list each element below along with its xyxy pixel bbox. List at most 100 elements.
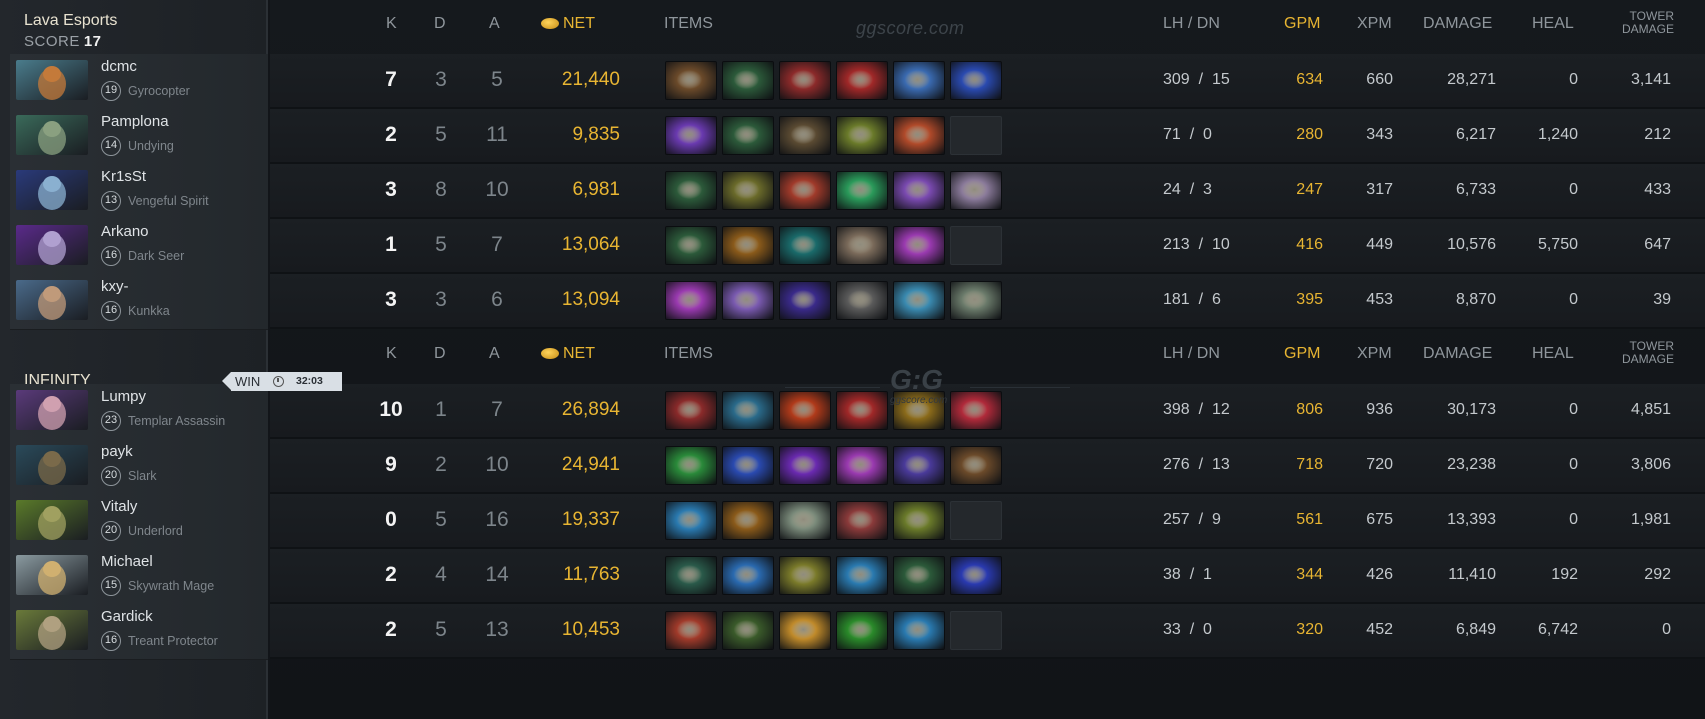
item-icon[interactable] bbox=[893, 116, 945, 155]
hero-portrait[interactable] bbox=[16, 170, 88, 210]
item-icon[interactable] bbox=[836, 281, 888, 320]
player-card[interactable]: Vitaly 20 Underlord bbox=[10, 494, 268, 550]
item-icon[interactable] bbox=[893, 61, 945, 100]
hero-portrait[interactable] bbox=[16, 225, 88, 265]
heal-value: 192 bbox=[1551, 566, 1578, 583]
item-icon[interactable] bbox=[665, 226, 717, 265]
hero-portrait[interactable] bbox=[16, 445, 88, 485]
item-icon[interactable] bbox=[722, 281, 774, 320]
win-badge-body: WIN 32:03 bbox=[231, 372, 342, 391]
item-icon[interactable] bbox=[779, 226, 831, 265]
item-icon[interactable] bbox=[950, 446, 1002, 485]
lh-dn-value: 181 / 6 bbox=[1163, 274, 1221, 326]
item-icon[interactable] bbox=[722, 171, 774, 210]
item-icon[interactable] bbox=[893, 611, 945, 650]
item-icon[interactable] bbox=[665, 501, 717, 540]
heal-value: 0 bbox=[1569, 291, 1578, 308]
item-icon[interactable] bbox=[893, 556, 945, 595]
player-name[interactable]: Michael bbox=[101, 553, 153, 570]
item-icon[interactable] bbox=[950, 61, 1002, 100]
player-name[interactable]: Kr1sSt bbox=[101, 168, 146, 185]
item-icon[interactable] bbox=[779, 501, 831, 540]
last-hits-value: 181 bbox=[1163, 291, 1190, 308]
item-icon[interactable] bbox=[779, 446, 831, 485]
last-hits-value: 71 bbox=[1163, 126, 1181, 143]
item-icon[interactable] bbox=[779, 391, 831, 430]
player-card[interactable]: payk 20 Slark bbox=[10, 439, 268, 495]
player-card[interactable]: Michael 15 Skywrath Mage bbox=[10, 549, 268, 605]
gpm-value: 561 bbox=[1296, 511, 1323, 528]
lh-dn-value: 276 / 13 bbox=[1163, 439, 1230, 491]
player-card[interactable]: Kr1sSt 13 Vengeful Spirit bbox=[10, 164, 268, 220]
item-icon[interactable] bbox=[665, 611, 717, 650]
hero-portrait[interactable] bbox=[16, 555, 88, 595]
item-icon[interactable] bbox=[665, 556, 717, 595]
hero-level-badge: 16 bbox=[101, 301, 121, 321]
hero-portrait[interactable] bbox=[16, 115, 88, 155]
item-icon[interactable] bbox=[665, 391, 717, 430]
item-icon[interactable] bbox=[950, 171, 1002, 210]
hero-portrait[interactable] bbox=[16, 390, 88, 430]
item-icon[interactable] bbox=[665, 281, 717, 320]
item-icon[interactable] bbox=[836, 501, 888, 540]
item-icon[interactable] bbox=[779, 171, 831, 210]
item-icon[interactable] bbox=[665, 171, 717, 210]
player-name[interactable]: payk bbox=[101, 443, 133, 460]
player-card[interactable]: dcmc 19 Gyrocopter bbox=[10, 54, 268, 110]
item-icon[interactable] bbox=[722, 116, 774, 155]
item-icon[interactable] bbox=[665, 116, 717, 155]
hero-portrait[interactable] bbox=[16, 500, 88, 540]
player-card[interactable]: kxy- 16 Kunkka bbox=[10, 274, 268, 330]
player-card[interactable]: Pamplona 14 Undying bbox=[10, 109, 268, 165]
item-icon[interactable] bbox=[665, 61, 717, 100]
player-name[interactable]: Pamplona bbox=[101, 113, 169, 130]
item-icon[interactable] bbox=[893, 501, 945, 540]
item-icon[interactable] bbox=[779, 611, 831, 650]
item-icon[interactable] bbox=[722, 226, 774, 265]
item-icon[interactable] bbox=[722, 61, 774, 100]
player-name[interactable]: Lumpy bbox=[101, 388, 146, 405]
item-icon[interactable] bbox=[893, 281, 945, 320]
lh-dn-value: 33 / 0 bbox=[1163, 604, 1212, 656]
player-card[interactable]: Arkano 16 Dark Seer bbox=[10, 219, 268, 275]
player-name[interactable]: Arkano bbox=[101, 223, 149, 240]
item-icon[interactable] bbox=[779, 61, 831, 100]
item-icon[interactable] bbox=[893, 226, 945, 265]
player-name[interactable]: dcmc bbox=[101, 58, 137, 75]
item-icon[interactable] bbox=[836, 226, 888, 265]
hero-portrait[interactable] bbox=[16, 610, 88, 650]
hero-portrait[interactable] bbox=[16, 280, 88, 320]
kills-value: 10 bbox=[379, 398, 403, 421]
item-icon[interactable] bbox=[722, 391, 774, 430]
item-icon[interactable] bbox=[779, 116, 831, 155]
win-badge: WIN 32:03 bbox=[222, 372, 342, 391]
hero-level-badge: 19 bbox=[101, 81, 121, 101]
item-icon[interactable] bbox=[836, 446, 888, 485]
player-card[interactable]: Gardick 16 Treant Protector bbox=[10, 604, 268, 660]
item-icon[interactable] bbox=[836, 116, 888, 155]
item-icon[interactable] bbox=[893, 446, 945, 485]
item-icon[interactable] bbox=[722, 611, 774, 650]
item-icon[interactable] bbox=[722, 556, 774, 595]
item-icon[interactable] bbox=[893, 171, 945, 210]
item-icon[interactable] bbox=[722, 501, 774, 540]
player-name[interactable]: Gardick bbox=[101, 608, 153, 625]
player-card[interactable]: Lumpy 23 Templar Assassin bbox=[10, 384, 268, 440]
item-icon[interactable] bbox=[779, 281, 831, 320]
player-name[interactable]: kxy- bbox=[101, 278, 129, 295]
hero-portrait[interactable] bbox=[16, 60, 88, 100]
item-icon[interactable] bbox=[950, 556, 1002, 595]
item-icon[interactable] bbox=[836, 171, 888, 210]
item-icon[interactable] bbox=[665, 446, 717, 485]
item-icon[interactable] bbox=[950, 391, 1002, 430]
item-icon[interactable] bbox=[836, 556, 888, 595]
item-icon[interactable] bbox=[836, 61, 888, 100]
heal-value: 1,240 bbox=[1537, 126, 1578, 143]
item-icon[interactable] bbox=[836, 391, 888, 430]
tower-damage-value: 39 bbox=[1653, 291, 1671, 308]
item-icon[interactable] bbox=[950, 281, 1002, 320]
player-name[interactable]: Vitaly bbox=[101, 498, 137, 515]
item-icon[interactable] bbox=[779, 556, 831, 595]
item-icon[interactable] bbox=[836, 611, 888, 650]
item-icon[interactable] bbox=[722, 446, 774, 485]
